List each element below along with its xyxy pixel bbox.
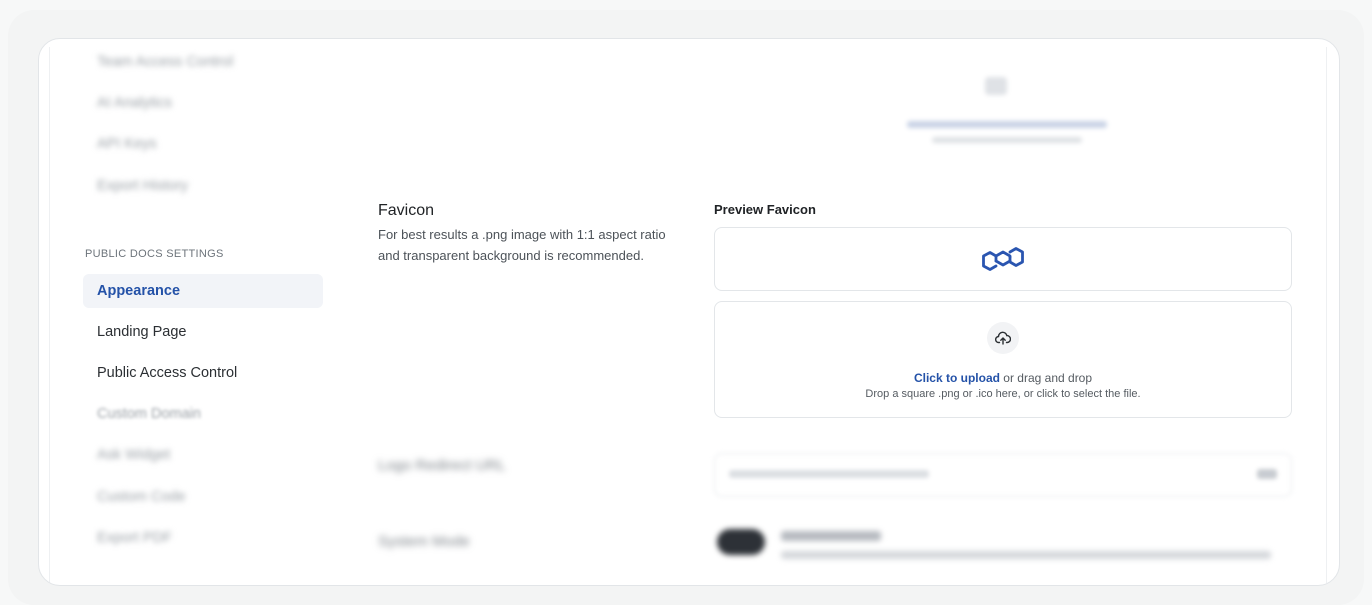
logo-upload-area-blurred	[727, 65, 1287, 159]
sidebar-item-api-keys[interactable]: API Keys	[83, 127, 323, 161]
toggle-description-blurred	[781, 551, 1271, 559]
sidebar-item-team-access-control[interactable]: Team Access Control	[83, 45, 323, 79]
cloud-upload-icon	[987, 322, 1019, 354]
logo-redirect-url-input[interactable]	[714, 453, 1292, 497]
sidebar-section-label: PUBLIC DOCS SETTINGS	[85, 248, 224, 260]
sidebar-item-appearance[interactable]: Appearance	[83, 274, 323, 308]
hexagon-link-icon	[982, 247, 1024, 271]
favicon-upload-dropzone[interactable]: Click to upload or drag and drop Drop a …	[714, 301, 1292, 418]
input-placeholder-blurred	[729, 470, 929, 478]
sidebar-item-ask-widget[interactable]: Ask Widget	[83, 438, 323, 472]
sidebar-item-public-access-control[interactable]: Public Access Control	[83, 356, 323, 390]
upload-hint-blurred	[932, 137, 1082, 143]
logo-redirect-url-label: Logo Redirect URL	[378, 457, 506, 474]
sidebar-item-ai-analytics[interactable]: AI Analytics	[83, 86, 323, 120]
image-icon	[985, 77, 1007, 95]
preview-favicon-label: Preview Favicon	[714, 202, 816, 217]
drag-drop-text: or drag and drop	[999, 371, 1093, 385]
save-button-blurred[interactable]	[1257, 469, 1277, 479]
favicon-title: Favicon	[378, 202, 435, 219]
favicon-description: For best results a .png image with 1:1 a…	[378, 227, 666, 263]
system-mode-toggle[interactable]	[717, 529, 765, 555]
click-to-upload-link[interactable]: Click to upload	[914, 371, 1000, 385]
sidebar-item-landing-page[interactable]: Landing Page	[83, 315, 323, 349]
upload-link-blurred	[907, 121, 1107, 128]
toggle-title-blurred	[781, 531, 881, 541]
system-mode-label: System Mode	[378, 533, 470, 550]
settings-panel: Team Access Control AI Analytics API Key…	[38, 38, 1340, 586]
sidebar-item-export-history[interactable]: Export History	[83, 169, 323, 203]
favicon-preview-box	[714, 227, 1292, 291]
sidebar-item-export-pdf[interactable]: Export PDF	[83, 521, 323, 555]
upload-instruction: Click to upload or drag and drop	[715, 371, 1291, 385]
upload-hint: Drop a square .png or .ico here, or clic…	[865, 388, 1141, 400]
sidebar-item-custom-domain[interactable]: Custom Domain	[83, 397, 323, 431]
sidebar-item-custom-code[interactable]: Custom Code	[83, 480, 323, 514]
settings-sidebar: Team Access Control AI Analytics API Key…	[39, 39, 339, 585]
